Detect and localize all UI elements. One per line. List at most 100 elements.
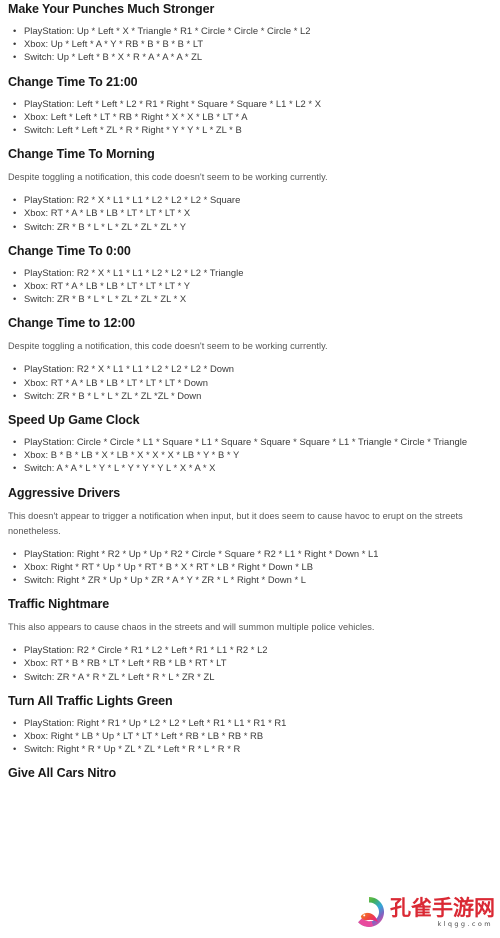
code-list-item: • Xbox: RT * A * LB * LB * LT * LT * LT *… <box>8 376 492 389</box>
code-list-item: • Xbox: RT * B * RB * LT * Left * RB * LB… <box>8 656 492 669</box>
bullet-icon: • <box>13 376 17 388</box>
bullet-icon: • <box>13 644 17 656</box>
code-list-item: • Switch: Left * Left * ZL * R * Right * … <box>8 123 492 136</box>
section-heading: Speed Up Game Clock <box>8 413 140 428</box>
bullet-icon: • <box>13 436 17 448</box>
bullet-icon: • <box>13 110 17 122</box>
code-text: PlayStation: Right * R1 * Up * L2 * L2 *… <box>24 716 287 728</box>
code-list: • PlayStation: R2 * X * L1 * L1 * L2 * L2… <box>8 189 492 235</box>
section-heading: Change Time to 12:00 <box>8 316 135 331</box>
code-list-item: • PlayStation: R2 * X * L1 * L1 * L2 * L2… <box>8 362 492 375</box>
code-text: Xbox: RT * A * LB * LB * LT * LT * LT * … <box>24 207 191 219</box>
code-list-item: • Switch: ZR * B * L * L * ZL * ZL *ZL * … <box>8 389 492 402</box>
code-list-item: • PlayStation: R2 * Circle * R1 * L2 * Le… <box>8 643 492 656</box>
section-heading: Traffic Nightmare <box>8 597 110 612</box>
cheat-section: Traffic Nightmare This also appears to ca… <box>8 588 492 685</box>
code-list: • PlayStation: R2 * Circle * R1 * L2 * Le… <box>8 639 492 685</box>
peacock-logo-icon <box>352 895 386 929</box>
code-text: Switch: Right * ZR * Up * Up * ZR * A * … <box>24 574 307 586</box>
bullet-icon: • <box>13 194 17 206</box>
code-text: Xbox: Up * Left * A * Y * RB * B * B * B… <box>24 38 204 50</box>
bullet-icon: • <box>13 560 17 572</box>
code-text: Xbox: RT * A * LB * LB * LT * LT * LT * … <box>24 376 208 388</box>
code-list-item: • Switch: ZR * A * R * ZL * Left * R * L … <box>8 670 492 683</box>
cheat-section: Give All Cars Nitro <box>8 757 492 784</box>
site-watermark: 孔雀手游网 klqgg.com <box>352 888 500 936</box>
cheat-section: Change Time to 12:00 Despite toggling a n… <box>8 307 492 404</box>
code-text: Switch: Up * Left * B * X * R * A * A * … <box>24 51 203 63</box>
section-heading: Aggressive Drivers <box>8 485 121 500</box>
cheat-section: Change Time To 0:00 • PlayStation: R2 * X … <box>8 235 492 308</box>
code-list: • PlayStation: R2 * X * L1 * L1 * L2 * L2… <box>8 358 492 404</box>
code-text: Xbox: RT * A * LB * LB * LT * LT * LT * … <box>24 280 191 292</box>
code-list-item: • Switch: A * A * L * Y * L * Y * Y * Y L… <box>8 461 492 474</box>
code-list-item: • Xbox: RT * A * LB * LB * LT * LT * LT *… <box>8 279 492 292</box>
bullet-icon: • <box>13 38 17 50</box>
code-list: • PlayStation: Right * R2 * Up * Up * R2 … <box>8 543 492 589</box>
code-text: Switch: ZR * B * L * L * ZL * ZL * ZL * … <box>24 220 186 232</box>
article-body: Make Your Punches Much Stronger • PlayStat… <box>0 0 500 938</box>
code-list-item: • PlayStation: R2 * X * L1 * L1 * L2 * L2… <box>8 193 492 206</box>
bullet-icon: • <box>13 730 17 742</box>
bullet-icon: • <box>13 547 17 559</box>
cheat-section: Speed Up Game Clock • PlayStation: Circle … <box>8 404 492 477</box>
code-text: PlayStation: Right * R2 * Up * Up * R2 *… <box>24 547 379 559</box>
code-list-item: • Switch: Right * R * Up * ZL * ZL * Left… <box>8 742 492 755</box>
code-text: Xbox: RT * B * RB * LT * Left * RB * LB … <box>24 657 227 669</box>
code-text: PlayStation: R2 * X * L1 * L1 * L2 * L2 … <box>24 194 241 206</box>
cheat-section: Aggressive Drivers This doesn't appear to… <box>8 477 492 589</box>
bullet-icon: • <box>13 266 17 278</box>
code-list-item: • Switch: ZR * B * L * L * ZL * ZL * ZL *… <box>8 292 492 305</box>
code-list-item: • Xbox: Left * Left * LT * RB * Right * X… <box>8 110 492 123</box>
code-text: Xbox: B * B * LB * X * LB * X * X * X * … <box>24 449 240 461</box>
code-list-item: • Switch: ZR * B * L * L * ZL * ZL * ZL *… <box>8 220 492 233</box>
code-text: Switch: ZR * A * R * ZL * Left * R * L *… <box>24 670 215 682</box>
watermark-url: klqgg.com <box>437 920 493 928</box>
section-heading: Change Time To 21:00 <box>8 74 138 89</box>
code-list-item: • PlayStation: Left * Left * L2 * R1 * Ri… <box>8 97 492 110</box>
code-list-item: • Switch: Up * Left * B * X * R * A * A *… <box>8 50 492 63</box>
bullet-icon: • <box>13 51 17 63</box>
code-list: • PlayStation: R2 * X * L1 * L1 * L2 * L2… <box>8 262 492 308</box>
code-list-item: • Xbox: RT * A * LB * LB * LT * LT * LT *… <box>8 206 492 219</box>
bullet-icon: • <box>13 716 17 728</box>
section-note: This doesn't appear to trigger a notific… <box>8 510 463 536</box>
code-list: • PlayStation: Up * Left * X * Triangle *… <box>8 20 492 66</box>
section-heading: Turn All Traffic Lights Green <box>8 693 173 708</box>
bullet-icon: • <box>13 389 17 401</box>
bullet-icon: • <box>13 207 17 219</box>
code-text: Xbox: Left * Left * LT * RB * Right * X … <box>24 110 248 122</box>
bullet-icon: • <box>13 657 17 669</box>
code-list-item: • Xbox: Right * LB * Up * LT * LT * Left … <box>8 729 492 742</box>
bullet-icon: • <box>13 743 17 755</box>
code-list-item: • PlayStation: Circle * Circle * L1 * Squ… <box>8 435 492 448</box>
code-text: Switch: ZR * B * L * L * ZL * ZL * ZL * … <box>24 293 187 305</box>
bullet-icon: • <box>13 220 17 232</box>
code-text: PlayStation: R2 * X * L1 * L1 * L2 * L2 … <box>24 266 244 278</box>
watermark-brand: 孔雀手游网 <box>390 896 495 920</box>
code-text: PlayStation: R2 * X * L1 * L1 * L2 * L2 … <box>24 363 235 375</box>
code-list-item: • Xbox: Up * Left * A * Y * RB * B * B * … <box>8 37 492 50</box>
bullet-icon: • <box>13 449 17 461</box>
bullet-icon: • <box>13 97 17 109</box>
code-list: • PlayStation: Right * R1 * Up * L2 * L2 … <box>8 712 492 758</box>
bullet-icon: • <box>13 293 17 305</box>
code-text: Switch: A * A * L * Y * L * Y * Y * Y L … <box>24 462 216 474</box>
cheat-section: Make Your Punches Much Stronger • PlayStat… <box>8 0 492 66</box>
code-list-item: • PlayStation: Right * R1 * Up * L2 * L2 … <box>8 716 492 729</box>
code-list: • PlayStation: Circle * Circle * L1 * Squ… <box>8 431 492 477</box>
code-text: Xbox: Right * LB * Up * LT * LT * Left *… <box>24 730 264 742</box>
code-list-item: • PlayStation: Right * R2 * Up * Up * R2 … <box>8 547 492 560</box>
code-list-item: • Switch: Right * ZR * Up * Up * ZR * A *… <box>8 573 492 586</box>
cheat-section: Turn All Traffic Lights Green • PlayStatio… <box>8 685 492 758</box>
code-text: PlayStation: Circle * Circle * L1 * Squa… <box>24 436 468 448</box>
code-text: Switch: Right * R * Up * ZL * ZL * Left … <box>24 743 241 755</box>
code-list-item: • PlayStation: R2 * X * L1 * L1 * L2 * L2… <box>8 266 492 279</box>
cheat-code-sections: Make Your Punches Much Stronger • PlayStat… <box>8 0 492 784</box>
section-note: Despite toggling a notification, this co… <box>8 341 328 352</box>
code-text: Switch: ZR * B * L * L * ZL * ZL *ZL * D… <box>24 389 202 401</box>
section-heading: Make Your Punches Much Stronger <box>8 2 215 16</box>
code-text: PlayStation: Left * Left * L2 * R1 * Rig… <box>24 97 321 109</box>
code-list-item: • Xbox: B * B * LB * X * LB * X * X * X *… <box>8 448 492 461</box>
code-text: PlayStation: R2 * Circle * R1 * L2 * Lef… <box>24 644 268 656</box>
